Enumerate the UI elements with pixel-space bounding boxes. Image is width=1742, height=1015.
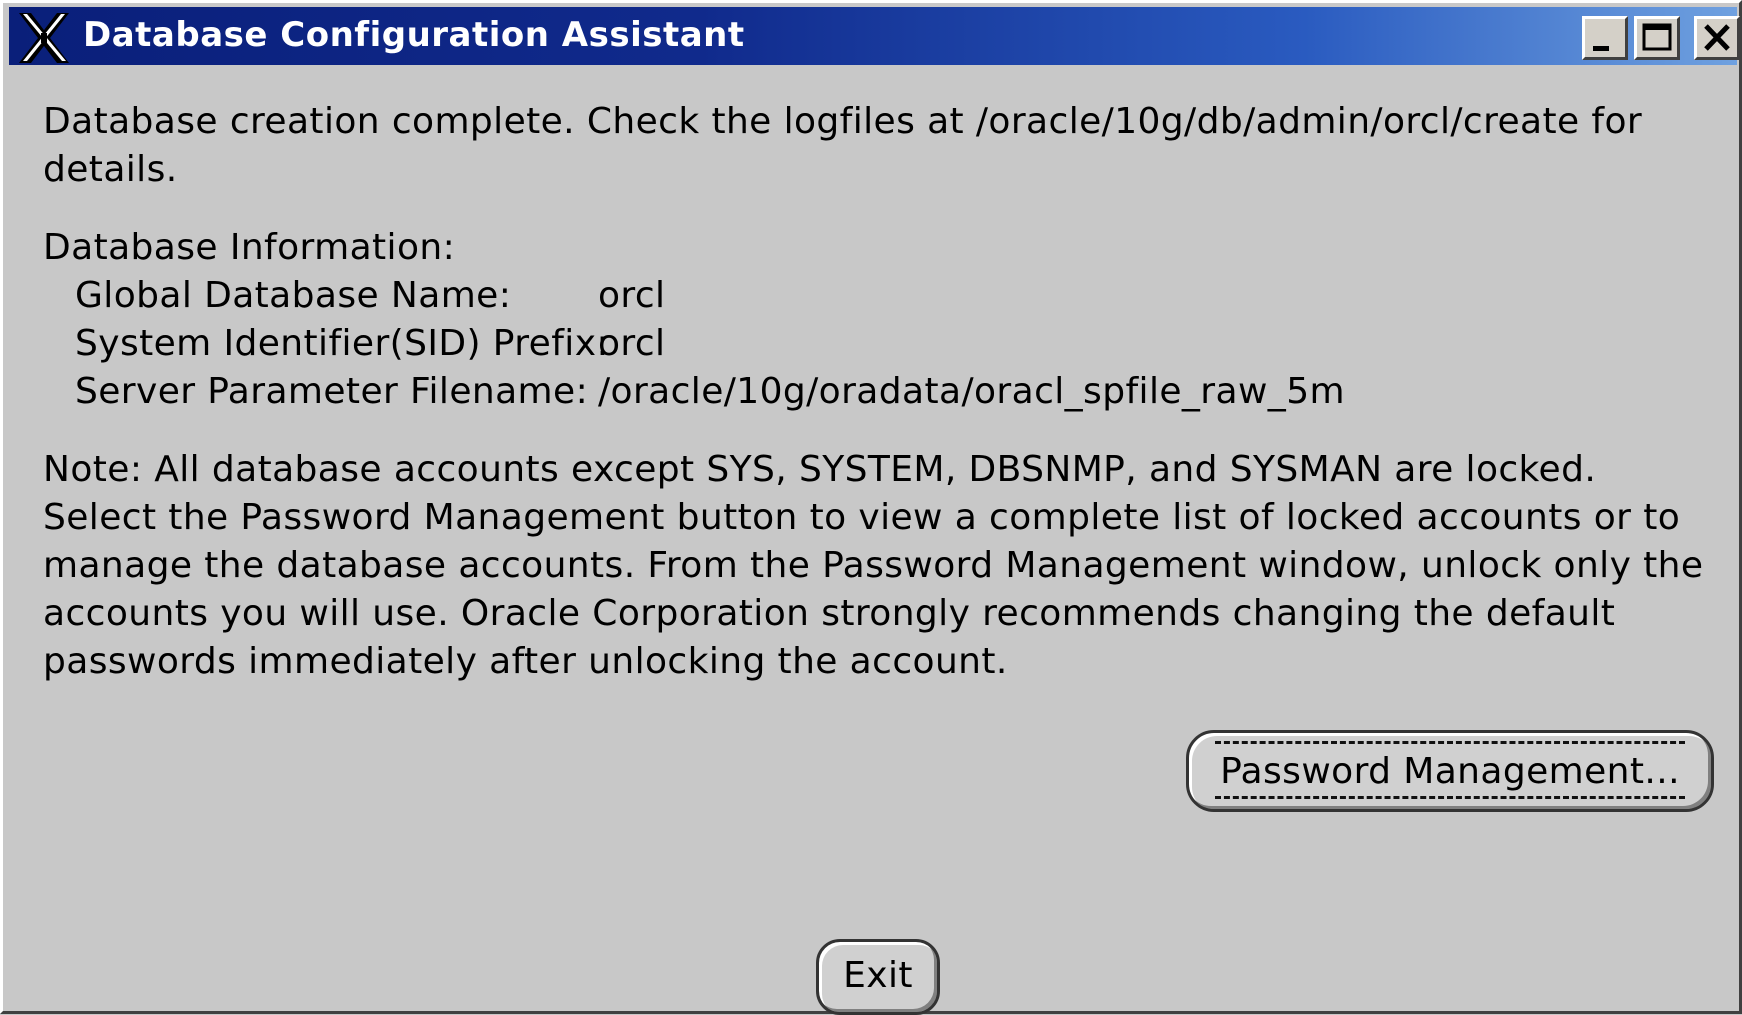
maximize-icon — [1642, 23, 1672, 51]
minimize-button[interactable] — [1582, 16, 1628, 60]
info-row-global-name: Global Database Name: orcl — [43, 272, 1703, 320]
sid-prefix-label: System Identifier(SID) Prefix: — [75, 323, 609, 364]
minimize-icon — [1593, 46, 1609, 51]
accounts-note: Note: All database accounts except SYS, … — [43, 449, 1704, 682]
dbca-window: Database Configuration Assistant Databas… — [0, 0, 1742, 1015]
completion-message: Database creation complete. Check the lo… — [43, 101, 1643, 190]
close-icon — [1704, 24, 1730, 51]
global-database-name-value: orcl — [598, 275, 666, 316]
spfile-label: Server Parameter Filename: — [75, 371, 589, 412]
exit-button[interactable]: Exit — [816, 939, 940, 1015]
window-title: Database Configuration Assistant — [83, 15, 745, 55]
spfile-value: /oracle/10g/oradata/oracl_spfile_raw_5m — [598, 371, 1345, 412]
close-button[interactable] — [1694, 16, 1740, 60]
global-database-name-label: Global Database Name: — [75, 275, 512, 316]
info-row-spfile: Server Parameter Filename: /oracle/10g/o… — [43, 368, 1703, 416]
password-management-label: Password Management... — [1215, 741, 1685, 799]
database-info-heading: Database Information: — [43, 227, 456, 268]
sid-prefix-value: orcl — [598, 323, 666, 364]
password-management-button[interactable]: Password Management... — [1186, 730, 1714, 812]
dialog-content: Database creation complete. Check the lo… — [43, 98, 1703, 686]
title-bar[interactable]: Database Configuration Assistant — [9, 7, 1740, 65]
maximize-button[interactable] — [1634, 16, 1680, 60]
info-row-sid-prefix: System Identifier(SID) Prefix: orcl — [43, 320, 1703, 368]
x-window-logo-icon[interactable] — [17, 11, 71, 65]
